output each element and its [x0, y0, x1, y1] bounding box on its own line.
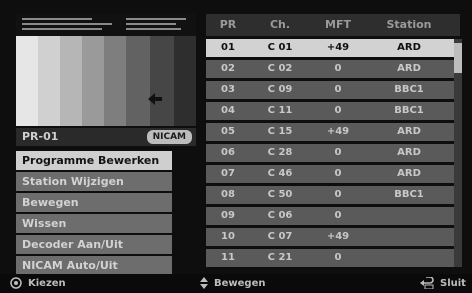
tuning-screen: PR-01 NICAM Programme Bewerken Station W… [6, 6, 466, 275]
cell-pr: 10 [221, 231, 235, 242]
current-programme-bar: PR-01 NICAM [16, 128, 196, 146]
cell-mft: 0 [334, 252, 342, 263]
cell-pr: 06 [221, 147, 235, 158]
cell-mft: 0 [334, 189, 342, 200]
table-scrollbar[interactable] [454, 39, 462, 267]
up-down-arrows-icon [200, 277, 208, 289]
table-row[interactable]: 02 C 02 0 ARD [206, 60, 460, 78]
header-mft: MFT [325, 18, 351, 31]
cell-pr: 04 [221, 105, 235, 116]
footer-hints: Kiezen Bewegen Sluit [0, 274, 472, 293]
hint-move-label: Bewegen [214, 277, 266, 289]
cell-channel: C 11 [267, 105, 293, 116]
cell-mft: 0 [334, 63, 342, 74]
cell-station [366, 249, 452, 267]
cell-pr: 09 [221, 210, 235, 221]
table-row[interactable]: 01 C 01 +49 ARD [206, 39, 460, 57]
table-row[interactable]: 10 C 07 +49 [206, 228, 460, 246]
cell-mft: +49 [326, 231, 350, 242]
table-row[interactable]: 05 C 15 +49 ARD [206, 123, 460, 141]
hint-select: Kiezen [10, 277, 66, 289]
cell-pr: 02 [221, 63, 235, 74]
hint-close-label: Sluit [440, 277, 466, 289]
table-row[interactable]: 09 C 06 0 [206, 207, 460, 225]
cell-pr: 01 [221, 42, 235, 53]
cell-channel: C 07 [267, 231, 293, 242]
scrollbar-thumb[interactable] [454, 43, 462, 73]
cell-channel: C 50 [267, 189, 293, 200]
header-station: Station [386, 18, 432, 31]
cell-mft: +49 [326, 42, 350, 53]
cell-channel: C 46 [267, 168, 293, 179]
menu-item-station-wijzigen[interactable]: Station Wijzigen [16, 172, 172, 191]
cell-station: ARD [397, 126, 421, 137]
cell-mft: 0 [334, 210, 342, 221]
hint-move: Bewegen [200, 277, 265, 289]
cell-channel: C 21 [267, 252, 293, 263]
table-row[interactable]: 08 C 50 0 BBC1 [206, 186, 460, 204]
hint-close: Sluit [420, 277, 466, 289]
preview-info-strip [16, 14, 196, 36]
table-row[interactable]: 04 C 11 0 BBC1 [206, 102, 460, 120]
cell-mft: 0 [334, 147, 342, 158]
table-row[interactable]: 07 C 46 0 ARD [206, 165, 460, 183]
cell-mft: +49 [326, 126, 350, 137]
header-pr: PR [219, 18, 237, 31]
cell-station [366, 228, 452, 246]
channel-preview [16, 14, 196, 126]
programme-table: PR Ch. MFT Station 01 C 01 +49 ARD 02 C 02 0 AR… [206, 14, 460, 267]
menu-item-wissen[interactable]: Wissen [16, 214, 172, 233]
programme-number: PR-01 [22, 130, 59, 143]
cell-pr: 05 [221, 126, 235, 137]
cell-station: ARD [397, 168, 421, 179]
return-icon [420, 277, 434, 289]
menu-item-programme-bewerken[interactable]: Programme Bewerken [16, 151, 172, 170]
cell-station [366, 207, 452, 225]
cell-pr: 03 [221, 84, 235, 95]
table-row[interactable]: 11 C 21 0 [206, 249, 460, 267]
cell-station: ARD [397, 42, 421, 53]
cell-station: BBC1 [394, 105, 424, 116]
edit-menu: Programme Bewerken Station Wijzigen Bewe… [16, 151, 172, 277]
cell-channel: C 28 [267, 147, 293, 158]
pointer-icon [148, 93, 162, 105]
cell-station: ARD [397, 147, 421, 158]
menu-item-nicam[interactable]: NICAM Auto/Uit [16, 256, 172, 275]
cell-mft: 0 [334, 105, 342, 116]
cell-pr: 08 [221, 189, 235, 200]
cell-channel: C 02 [267, 63, 293, 74]
cell-station: ARD [397, 63, 421, 74]
select-button-icon [10, 277, 22, 289]
cell-station: BBC1 [394, 84, 424, 95]
cell-station: BBC1 [394, 189, 424, 200]
nicam-badge: NICAM [146, 130, 192, 144]
table-row[interactable]: 03 C 09 0 BBC1 [206, 81, 460, 99]
table-header: PR Ch. MFT Station [206, 14, 460, 36]
cell-mft: 0 [334, 84, 342, 95]
cell-channel: C 01 [267, 42, 293, 53]
cell-channel: C 09 [267, 84, 293, 95]
hint-select-label: Kiezen [28, 277, 66, 289]
menu-item-bewegen[interactable]: Bewegen [16, 193, 172, 212]
table-row[interactable]: 06 C 28 0 ARD [206, 144, 460, 162]
cell-mft: 0 [334, 168, 342, 179]
cell-pr: 07 [221, 168, 235, 179]
cell-channel: C 06 [267, 210, 293, 221]
cell-pr: 11 [221, 252, 235, 263]
cell-channel: C 15 [267, 126, 293, 137]
menu-item-decoder[interactable]: Decoder Aan/Uit [16, 235, 172, 254]
header-ch: Ch. [269, 18, 291, 31]
